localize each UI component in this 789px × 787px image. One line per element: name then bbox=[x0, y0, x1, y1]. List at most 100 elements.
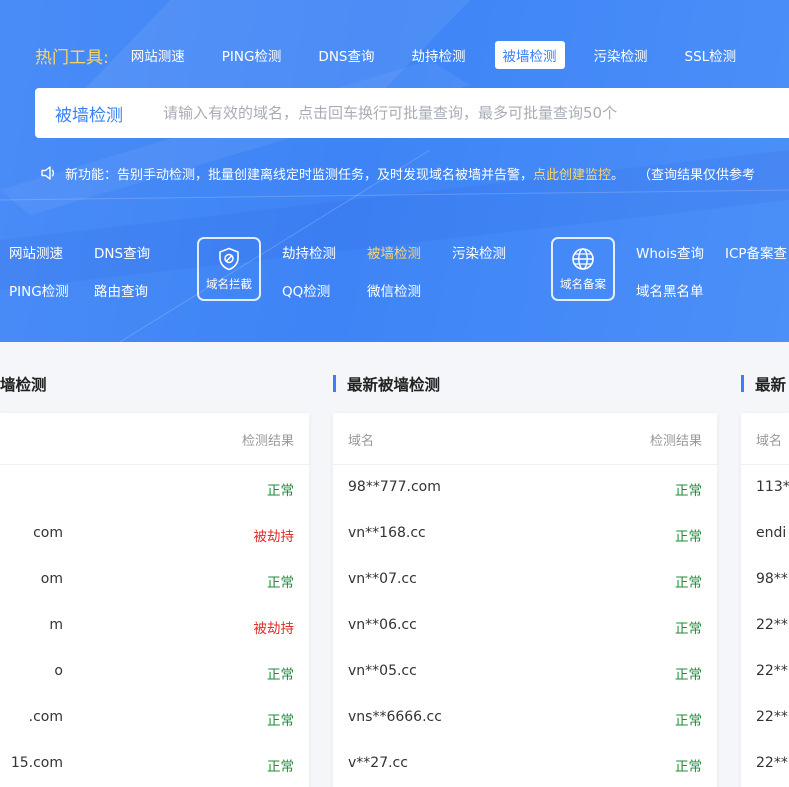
left-section-title: 墙检测 bbox=[0, 376, 47, 394]
right-col-domain: 域名 bbox=[756, 434, 783, 449]
hot-tool-hijack[interactable]: 劫持检测 bbox=[404, 41, 474, 69]
right-result-card: 域名 113* endi 98** 22** 22** 22** 22** bbox=[741, 413, 789, 787]
cat-domain-block-label: 域名拦截 bbox=[206, 276, 252, 291]
table-row[interactable]: 22** bbox=[741, 741, 789, 787]
row-result: 正常 bbox=[675, 483, 702, 499]
table-row[interactable]: 113* bbox=[741, 465, 789, 511]
cat-pollution[interactable]: 污染检测 bbox=[452, 242, 506, 262]
table-row[interactable]: 15.com 正常 bbox=[0, 741, 309, 787]
globe-icon bbox=[572, 247, 594, 270]
cat-ping[interactable]: PING检测 bbox=[9, 280, 69, 300]
middle-col-result: 检测结果 bbox=[649, 434, 702, 449]
hot-tools-bar: 热门工具: 网站测速 PING检测 DNS查询 劫持检测 被墙检测 污染检测 S… bbox=[35, 40, 765, 70]
row-domain: 22** bbox=[756, 663, 788, 679]
row-domain: 98**777.com bbox=[348, 479, 441, 495]
search-type-label: 被墙检测 bbox=[55, 105, 123, 126]
table-row[interactable]: 正常 bbox=[0, 465, 309, 511]
table-row[interactable]: vn**05.cc 正常 bbox=[333, 649, 717, 695]
row-domain: 22** bbox=[756, 709, 788, 725]
row-result: 正常 bbox=[675, 575, 702, 591]
hot-tool-speed-test[interactable]: 网站测速 bbox=[123, 41, 193, 69]
left-col-result: 检测结果 bbox=[241, 434, 294, 449]
row-result: 被劫持 bbox=[253, 621, 295, 637]
row-result: 正常 bbox=[675, 759, 702, 775]
notice-period: 。 bbox=[611, 167, 625, 183]
table-row[interactable]: v**27.cc 正常 bbox=[333, 741, 717, 787]
row-domain: v**27.cc bbox=[348, 755, 408, 771]
cat-domain-icp-button[interactable]: 域名备案 bbox=[551, 237, 615, 301]
table-row[interactable]: om 正常 bbox=[0, 557, 309, 603]
cat-icp[interactable]: ICP备案查 bbox=[725, 242, 787, 262]
row-result: 被劫持 bbox=[253, 529, 295, 545]
hot-tools-label: 热门工具: bbox=[35, 47, 109, 68]
left-card-header: 域名 检测结果 bbox=[0, 413, 309, 465]
table-row[interactable]: vn**168.cc 正常 bbox=[333, 511, 717, 557]
cat-blacklist[interactable]: 域名黑名单 bbox=[636, 280, 704, 300]
table-row[interactable]: .com 正常 bbox=[0, 695, 309, 741]
row-domain: 15.com bbox=[10, 755, 63, 771]
hot-tool-ssl[interactable]: SSL检测 bbox=[677, 41, 745, 69]
middle-section-title: 最新被墙检测 bbox=[333, 373, 440, 395]
row-domain: 22** bbox=[756, 755, 788, 771]
cat-qq[interactable]: QQ检测 bbox=[282, 280, 330, 300]
cat-whois[interactable]: Whois查询 bbox=[636, 242, 704, 262]
hero-banner: 热门工具: 网站测速 PING检测 DNS查询 劫持检测 被墙检测 污染检测 S… bbox=[0, 0, 789, 342]
table-row[interactable]: com 被劫持 bbox=[0, 511, 309, 557]
row-domain: vn**168.cc bbox=[348, 525, 426, 541]
speaker-icon bbox=[41, 166, 55, 180]
row-result: 正常 bbox=[267, 575, 294, 591]
row-result: 正常 bbox=[267, 667, 294, 683]
left-result-card: 域名 检测结果 正常 com 被劫持 om 正常 m 被劫持 o 正常 .com 正常 1… bbox=[0, 413, 309, 787]
row-domain: .com bbox=[28, 709, 63, 725]
cat-hijack[interactable]: 劫持检测 bbox=[282, 242, 336, 262]
domain-search-input[interactable] bbox=[163, 88, 789, 138]
row-result: 正常 bbox=[267, 759, 294, 775]
table-row[interactable]: 22** bbox=[741, 695, 789, 741]
hot-tool-ping[interactable]: PING检测 bbox=[214, 41, 290, 69]
row-domain: 98** bbox=[756, 571, 788, 587]
row-result: 正常 bbox=[675, 529, 702, 545]
cat-wechat[interactable]: 微信检测 bbox=[367, 280, 421, 300]
table-row[interactable]: m 被劫持 bbox=[0, 603, 309, 649]
row-domain: vn**05.cc bbox=[348, 663, 417, 679]
row-domain: endi bbox=[756, 525, 787, 541]
hot-tool-dns[interactable]: DNS查询 bbox=[310, 41, 382, 69]
notice-bar: 新功能：告别手动检测，批量创建离线定时监测任务，及时发现域名被墙并告警， 点此创… bbox=[40, 162, 755, 184]
table-row[interactable]: 22** bbox=[741, 649, 789, 695]
table-row[interactable]: vn**07.cc 正常 bbox=[333, 557, 717, 603]
table-row[interactable]: endi bbox=[741, 511, 789, 557]
row-domain: vns**6666.cc bbox=[348, 709, 442, 725]
row-domain: m bbox=[49, 617, 63, 633]
right-card-header: 域名 bbox=[741, 413, 789, 465]
shield-block-icon bbox=[219, 247, 239, 270]
row-domain: vn**06.cc bbox=[348, 617, 417, 633]
row-result: 正常 bbox=[675, 667, 702, 683]
row-domain: 113* bbox=[756, 479, 789, 495]
cat-blocked-active[interactable]: 被墙检测 bbox=[367, 242, 421, 262]
notice-text: 新功能：告别手动检测，批量创建离线定时监测任务，及时发现域名被墙并告警， bbox=[65, 167, 534, 183]
cat-domain-block-button[interactable]: 域名拦截 bbox=[197, 237, 261, 301]
table-row[interactable]: vns**6666.cc 正常 bbox=[333, 695, 717, 741]
table-row[interactable]: o 正常 bbox=[0, 649, 309, 695]
row-result: 正常 bbox=[267, 483, 294, 499]
table-row[interactable]: 98**777.com 正常 bbox=[333, 465, 717, 511]
middle-result-card: 域名 检测结果 98**777.com 正常 vn**168.cc 正常 vn**0… bbox=[333, 413, 717, 787]
create-monitor-link[interactable]: 点此创建监控 bbox=[533, 164, 611, 183]
cat-route[interactable]: 路由查询 bbox=[94, 280, 148, 300]
row-domain: o bbox=[54, 663, 63, 679]
cat-dns[interactable]: DNS查询 bbox=[94, 242, 150, 262]
search-bar: 被墙检测 bbox=[35, 88, 789, 138]
row-domain: com bbox=[33, 525, 63, 541]
hot-tool-pollution[interactable]: 污染检测 bbox=[586, 41, 656, 69]
middle-card-header: 域名 检测结果 bbox=[333, 413, 717, 465]
table-row[interactable]: 98** bbox=[741, 557, 789, 603]
table-row[interactable]: vn**06.cc 正常 bbox=[333, 603, 717, 649]
right-section-title: 最新 bbox=[741, 373, 786, 395]
row-domain: om bbox=[40, 571, 63, 587]
row-result: 正常 bbox=[675, 713, 702, 729]
table-row[interactable]: 22** bbox=[741, 603, 789, 649]
hot-tool-blocked-active[interactable]: 被墙检测 bbox=[494, 41, 565, 69]
middle-col-domain: 域名 bbox=[348, 434, 375, 449]
cat-domain-icp-label: 域名备案 bbox=[560, 276, 606, 291]
cat-speed-test[interactable]: 网站测速 bbox=[9, 242, 63, 262]
